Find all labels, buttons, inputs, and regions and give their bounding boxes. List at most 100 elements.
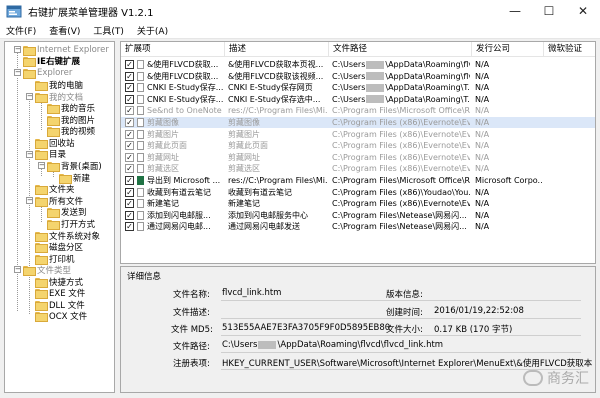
row-checkbox[interactable]: ✓: [125, 60, 134, 69]
table-row[interactable]: ✓ CNKI E-Study保存... CNKI E-Study保存网页 C:\Use…: [121, 82, 595, 93]
maximize-button[interactable]: ☐: [532, 0, 566, 22]
table-row[interactable]: ✓ &使用FLVCD获取... &使用FLVCD获取本页视... C:\Users \A…: [121, 59, 595, 70]
expander-explorer[interactable]: −: [14, 69, 21, 76]
table-row[interactable]: ✓ Se&nd to OneNote res://C:\Program Files\…: [121, 105, 595, 116]
row-checkbox[interactable]: ✓: [125, 222, 134, 232]
column-header-description[interactable]: 描述: [225, 42, 329, 57]
row-checkbox[interactable]: ✓: [125, 141, 134, 151]
tree-item-my-documents[interactable]: 我的文档: [35, 91, 83, 103]
tree-item-all-files[interactable]: 所有文件: [35, 195, 83, 207]
expander-ie[interactable]: −: [14, 46, 21, 53]
excel-icon: [137, 176, 144, 185]
tree-item-my-pictures[interactable]: 我的图片: [47, 114, 95, 126]
tree-item-dll-file[interactable]: DLL 文件: [35, 299, 85, 311]
table-row[interactable]: ✓ 剪藏图片 剪藏图片 C:\Program Files (x86)\Evernote…: [121, 129, 595, 140]
row-checkbox[interactable]: ✓: [125, 94, 134, 104]
expander-all-files[interactable]: −: [26, 197, 33, 204]
folder-icon: [59, 173, 72, 184]
app-icon: [6, 5, 22, 18]
tree-item-my-computer[interactable]: 我的电脑: [35, 79, 83, 91]
table-row[interactable]: ✓ 剪藏网址 剪藏网址 C:\Program Files (x86)\Evernote…: [121, 152, 595, 163]
folder-icon: [47, 115, 60, 126]
row-checkbox[interactable]: ✓: [125, 83, 134, 93]
tree-item-ocx-file[interactable]: OCX 文件: [35, 310, 87, 322]
column-header-path[interactable]: 文件路径: [329, 42, 472, 57]
cell-path: C:\Program Files (x86)\Evernote\Eve...: [332, 141, 470, 151]
expander-my-documents[interactable]: −: [26, 93, 33, 100]
cell-company: N/A: [475, 210, 490, 220]
table-row[interactable]: ✓ 剪藏此页面 剪藏此页面 C:\Program Files (x86)\Everno…: [121, 140, 595, 151]
row-checkbox[interactable]: ✓: [125, 176, 134, 185]
row-checkbox[interactable]: ✓: [125, 187, 134, 197]
column-header-verified[interactable]: 微软验证: [544, 42, 595, 57]
table-row[interactable]: ✓ 剪藏图像 剪藏图像 C:\Program Files (x86)\Evernote…: [121, 117, 595, 128]
tree-item-my-music[interactable]: 我的音乐: [47, 102, 95, 114]
cell-path: C:\Program Files (x86)\Youdao\You...: [332, 187, 470, 197]
watermark: 商务汇: [523, 368, 589, 388]
table-row[interactable]: ✓ 收藏到有道云笔记 收藏到有道云笔记 C:\Program Files (x86)\…: [121, 187, 595, 198]
tree-item-internet-explorer[interactable]: Internet Explorer: [23, 44, 109, 56]
tree-item-send-to[interactable]: 发送到: [47, 206, 87, 218]
cell-path: C:\Program Files (x86)\Evernote\Eve...: [332, 118, 470, 127]
cell-path: C:\Users\AppData\Roaming\flv...: [332, 71, 470, 81]
file-name-value: flvcd_link.htm: [222, 288, 282, 298]
row-checkbox[interactable]: ✓: [125, 71, 134, 81]
table-row[interactable]: ✓ &使用FLVCD获取... &使用FLVCD获取该视频... C:\Users \A…: [121, 71, 595, 82]
column-header-company[interactable]: 发行公司: [472, 42, 544, 57]
window-title: 右键扩展菜单管理器 V1.2.1: [28, 7, 154, 19]
folder-icon: [35, 288, 48, 299]
menu-tools[interactable]: 工具(T): [87, 24, 131, 37]
tree-item-printer[interactable]: 打印机: [35, 253, 75, 265]
cell-item: CNKI E-Study保存...: [147, 83, 224, 93]
row-checkbox[interactable]: ✓: [125, 199, 134, 209]
file-name-label: 文件名称:: [173, 290, 210, 300]
table-row[interactable]: ✓ CNKI E-Study保存... CNKI E-Study保存选中... C:\…: [121, 94, 595, 105]
tree-item-folder[interactable]: 文件夹: [35, 183, 75, 195]
cell-path: C:\Program Files\Microsoft Office\Ro...: [332, 176, 470, 185]
row-checkbox[interactable]: ✓: [125, 210, 134, 220]
row-checkbox[interactable]: ✓: [125, 129, 134, 139]
table-row[interactable]: ✓ 新建笔记 新建笔记 C:\Program Files (x86)\Evernote…: [121, 198, 595, 209]
tree-item-open-with[interactable]: 打开方式: [47, 218, 95, 230]
extensions-table[interactable]: 扩展项 描述 文件路径 发行公司 微软验证 ✓ &使用FLVCD获取... &使用F…: [120, 41, 596, 264]
expander-file-types[interactable]: −: [14, 266, 21, 273]
file-icon: [137, 129, 144, 139]
tree-item-recycle-bin[interactable]: 回收站: [35, 137, 75, 149]
table-row[interactable]: ✓ 添加到闪电邮服... 添加到闪电邮服务中心 C:\Program Files\Ne…: [121, 210, 595, 221]
menu-file[interactable]: 文件(F): [0, 24, 43, 37]
file-icon: [137, 118, 144, 127]
table-row[interactable]: ✓ 剪藏选区 剪藏选区 C:\Program Files (x86)\Evernote…: [121, 163, 595, 174]
tree-item-file-types[interactable]: 文件类型: [23, 264, 71, 276]
tree-item-directory[interactable]: 目录: [35, 148, 66, 160]
tree-item-desktop-background[interactable]: 背景(桌面): [47, 160, 102, 172]
cell-verified: [547, 94, 595, 105]
tree-item-my-videos[interactable]: 我的视频: [47, 125, 95, 137]
category-tree[interactable]: − − − − − − − Internet Explorer IE右键扩展 E…: [4, 41, 115, 393]
table-row[interactable]: ✓ 通过网易闪电邮... 通过网易闪电邮发送 C:\Program Files\Net…: [121, 221, 595, 232]
cell-path: C:\Program Files (x86)\Evernote\Eve...: [332, 129, 470, 139]
row-checkbox[interactable]: ✓: [125, 118, 134, 127]
tree-item-filesystem-objects[interactable]: 文件系统对象: [35, 230, 100, 242]
tree-item-disk-partition[interactable]: 磁盘分区: [35, 241, 83, 253]
cell-verified: [547, 117, 595, 128]
path-label: 文件路径:: [173, 342, 210, 352]
tree-item-ie-context[interactable]: IE右键扩展: [23, 55, 80, 67]
expander-background[interactable]: −: [38, 162, 45, 169]
row-checkbox[interactable]: ✓: [125, 164, 134, 174]
tree-item-new[interactable]: 新建: [59, 172, 90, 184]
tree-item-explorer[interactable]: Explorer: [23, 67, 72, 79]
cell-description: 剪藏图像: [228, 118, 260, 127]
menu-about[interactable]: 关于(A): [131, 24, 175, 37]
cell-verified: [547, 129, 595, 140]
column-header-item[interactable]: 扩展项: [121, 42, 225, 57]
menu-view[interactable]: 查看(V): [43, 24, 87, 37]
tree-item-exe-file[interactable]: EXE 文件: [35, 287, 85, 299]
tree-item-shortcut[interactable]: 快捷方式: [35, 276, 83, 288]
expander-directory[interactable]: −: [26, 151, 33, 158]
minimize-button[interactable]: —: [498, 0, 532, 22]
table-row[interactable]: ✓ 导出到 Microsoft ... res://C:\Program Files…: [121, 175, 595, 186]
row-checkbox[interactable]: ✓: [125, 106, 134, 116]
row-checkbox[interactable]: ✓: [125, 152, 134, 162]
folder-icon: [47, 126, 60, 137]
close-button[interactable]: ✕: [566, 0, 600, 22]
